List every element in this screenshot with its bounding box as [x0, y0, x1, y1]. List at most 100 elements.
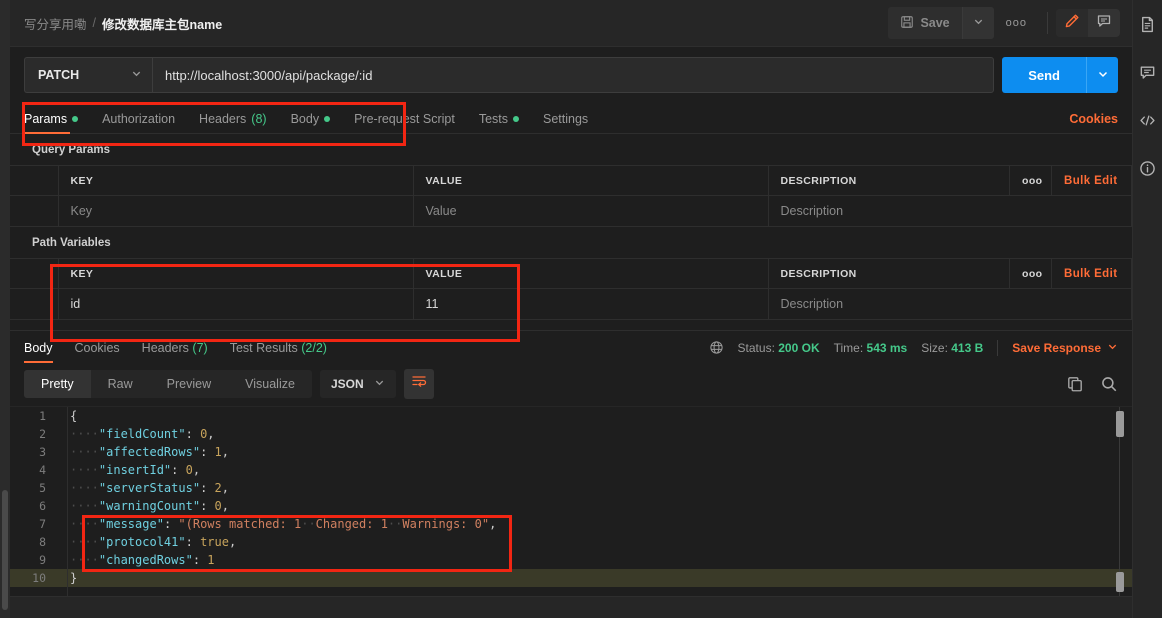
query-params-description-header: DESCRIPTION — [767, 165, 1010, 196]
view-raw-button[interactable]: Raw — [91, 370, 150, 398]
path-variables-key-header: KEY — [57, 258, 414, 289]
path-variable-checkbox[interactable] — [10, 288, 59, 320]
response-tab-test-results-label: Test Results — [229, 340, 298, 355]
response-tab-test-results[interactable]: Test Results (2/2) — [230, 341, 337, 362]
request-url-input[interactable] — [152, 57, 995, 93]
query-params-bulk-edit[interactable]: Bulk Edit — [1051, 165, 1132, 196]
table-row[interactable]: Key Value Description — [10, 195, 1132, 227]
tab-tests-label: Tests — [478, 112, 508, 126]
edit-mode-button[interactable] — [1056, 9, 1088, 37]
code-line: 2 ····"fieldCount": 0, — [10, 425, 1132, 443]
time-label: Time: — [833, 340, 864, 355]
code-line: 4 ····"insertId": 0, — [10, 461, 1132, 479]
response-tab-body[interactable]: Body — [24, 340, 63, 363]
send-options-button[interactable] — [1086, 57, 1118, 93]
request-tabs: Params Authorization Headers (8) Body Pr… — [10, 103, 1132, 134]
params-modified-dot — [72, 116, 79, 122]
response-tabs: Body Cookies Headers (7) Test Results (2… — [10, 329, 1132, 363]
tab-authorization[interactable]: Authorization — [102, 112, 191, 133]
code-line: 8 ····"protocol41": true, — [10, 533, 1132, 551]
info-icon[interactable] — [1138, 158, 1158, 178]
token-str: "(Rows matched: 1 — [178, 516, 302, 531]
url-group: PATCH — [24, 57, 995, 93]
left-rail-scrollbar[interactable] — [2, 490, 8, 610]
view-pretty-button[interactable]: Pretty — [24, 369, 91, 398]
response-body-viewer[interactable]: 1{2 ····"fieldCount": 0, 3 ····"affectedRow… — [10, 405, 1132, 596]
gutter-divider — [67, 406, 68, 596]
query-params-key-header: KEY — [57, 165, 414, 196]
token-key: "warningCount" — [98, 498, 201, 513]
response-tab-headers[interactable]: Headers (7) — [142, 341, 218, 362]
save-response-button[interactable]: Save Response — [1012, 341, 1118, 355]
response-tab-body-label: Body — [24, 340, 53, 355]
line-number: 10 — [32, 570, 46, 585]
tab-tests[interactable]: Tests — [479, 112, 535, 133]
token-key: "protocol41" — [98, 534, 186, 549]
response-tools — [1066, 375, 1118, 393]
query-param-key-cell[interactable]: Key — [57, 195, 414, 227]
path-variables-bulk-edit[interactable]: Bulk Edit — [1051, 258, 1132, 289]
path-variable-description-cell[interactable]: Description — [767, 288, 1132, 320]
tab-pre-request-script[interactable]: Pre-request Script — [354, 112, 471, 133]
tab-settings[interactable]: Settings — [543, 112, 604, 133]
table-row[interactable]: id 11 Description — [10, 288, 1132, 320]
header-actions: Save ooo — [888, 7, 1120, 39]
query-params-options-button[interactable]: ooo — [1009, 165, 1052, 196]
response-tab-cookies[interactable]: Cookies — [75, 341, 130, 362]
time-group: Time: 543 ms — [834, 341, 908, 355]
code-line: 3 ····"affectedRows": 1, — [10, 443, 1132, 461]
token-ws: ···· — [70, 480, 99, 495]
token-punc: : — [200, 480, 215, 495]
path-variables-table: KEY VALUE DESCRIPTION ooo Bulk Edit id 1… — [10, 258, 1132, 320]
search-icon[interactable] — [1100, 375, 1118, 393]
response-format-select[interactable]: JSON — [319, 369, 396, 398]
code-snippet-icon[interactable] — [1138, 110, 1158, 130]
tab-headers[interactable]: Headers (8) — [199, 112, 283, 133]
token-punc: , — [192, 462, 201, 477]
save-button[interactable]: Save — [888, 9, 961, 38]
view-preview-button[interactable]: Preview — [150, 370, 228, 398]
query-params-bulk-edit-label: Bulk Edit — [1064, 174, 1118, 187]
cookies-link[interactable]: Cookies — [1069, 112, 1118, 133]
token-str: Warnings: 0" — [402, 516, 490, 531]
path-variable-key-cell[interactable]: id — [57, 288, 414, 320]
token-ws: ···· — [70, 534, 99, 549]
code-scrollbar-thumb-secondary[interactable] — [1116, 572, 1124, 592]
documentation-icon[interactable] — [1138, 14, 1158, 34]
path-variable-value-cell[interactable]: 11 — [412, 288, 769, 320]
word-wrap-toggle[interactable] — [403, 368, 434, 399]
line-number: 6 — [39, 498, 46, 513]
token-num: 0 — [214, 498, 222, 513]
more-actions-button[interactable]: ooo — [994, 11, 1039, 35]
code-scrollbar-thumb[interactable] — [1116, 410, 1124, 437]
http-method-select[interactable]: PATCH — [24, 57, 152, 93]
breadcrumb-parent[interactable]: 写分享用嘞 — [24, 14, 87, 33]
query-param-description-cell[interactable]: Description — [767, 195, 1132, 227]
comment-mode-button[interactable] — [1088, 9, 1120, 37]
chevron-down-icon — [1097, 68, 1109, 83]
code-line-text: ····"protocol41": true, — [56, 533, 236, 551]
token-punc: , — [489, 516, 497, 531]
path-variables-description-header: DESCRIPTION — [767, 258, 1010, 289]
chevron-down-icon — [374, 377, 385, 391]
query-param-checkbox[interactable] — [10, 195, 59, 227]
footer-strip — [10, 596, 1132, 618]
comments-icon[interactable] — [1138, 62, 1158, 82]
path-variables-options-button[interactable]: ooo — [1009, 258, 1052, 289]
request-header: 写分享用嘞 / 修改数据库主包name Save ooo — [10, 0, 1132, 47]
view-visualize-button[interactable]: Visualize — [228, 370, 312, 398]
breadcrumb-separator: / — [92, 16, 96, 30]
tab-params[interactable]: Params — [24, 112, 94, 134]
query-param-value-cell[interactable]: Value — [412, 195, 769, 227]
tab-body[interactable]: Body — [291, 112, 347, 133]
chevron-down-icon — [973, 14, 984, 32]
query-params-checkbox-col — [10, 165, 59, 196]
save-options-button[interactable] — [961, 7, 994, 39]
copy-icon[interactable] — [1066, 375, 1084, 393]
send-button[interactable]: Send — [1002, 57, 1086, 93]
code-line: 7 ····"message": "(Rows matched: 1··Chang… — [10, 515, 1132, 533]
response-view-segmented: Pretty Raw Preview Visualize — [24, 369, 312, 398]
header-divider — [1047, 12, 1048, 34]
comment-icon — [1096, 13, 1112, 34]
token-punc: , — [228, 534, 237, 549]
